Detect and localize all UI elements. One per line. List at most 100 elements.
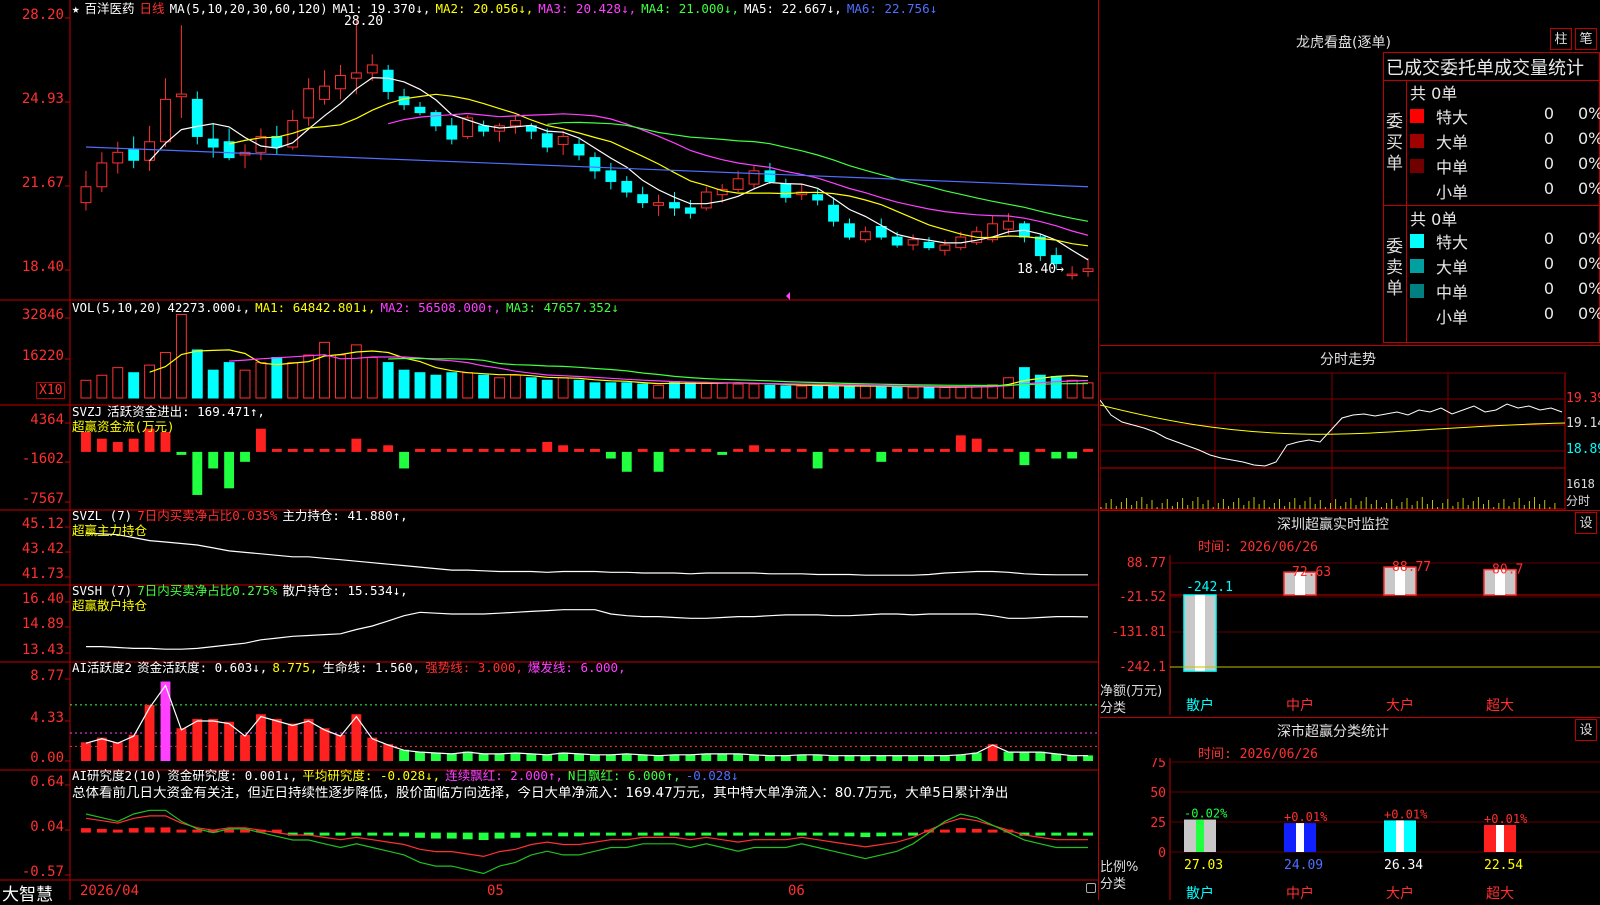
research-bar bbox=[987, 829, 998, 833]
tick-mode-button[interactable]: 笔 bbox=[1575, 28, 1597, 50]
activity-bar bbox=[399, 749, 410, 761]
vol-legend: VOL(5,10,20) 42273.000↓, MA1: 64842.801↓, M… bbox=[72, 300, 624, 315]
activity-bar bbox=[367, 737, 378, 761]
szc-ytick: 50 bbox=[1150, 786, 1166, 801]
fund-flow-bar bbox=[112, 441, 123, 452]
research-bar bbox=[1067, 832, 1078, 836]
candle-body bbox=[319, 85, 330, 100]
fund-flow-bar bbox=[208, 451, 219, 469]
volume-bar bbox=[144, 364, 156, 399]
fund-flow-bar bbox=[255, 428, 266, 452]
buy-row-pct: 0% bbox=[1578, 104, 1600, 123]
main-ytick-3: 18.40 bbox=[21, 259, 64, 275]
volume-bar bbox=[1050, 376, 1062, 399]
buy-row: 小单 0 0% bbox=[1410, 179, 1600, 203]
fund-flow-bar bbox=[590, 448, 600, 452]
vol-unit-badge[interactable]: X10 bbox=[36, 382, 66, 399]
sz-monitor-settings-button[interactable]: 设 bbox=[1575, 512, 1597, 534]
activity-bar bbox=[717, 753, 728, 761]
intraday-ytick-2: 18.89 bbox=[1566, 442, 1600, 457]
buy-label-char-2: 单 bbox=[1386, 154, 1403, 174]
research-bar bbox=[1051, 832, 1062, 836]
app-logo[interactable]: 大智慧 bbox=[2, 880, 53, 905]
ai2-legend: AI研究度2(10) 资金研究度: 0.001↓, 平均研究度: -0.028↓, 连… bbox=[72, 768, 743, 783]
lhb-title: 龙虎看盘(逐单) bbox=[1296, 35, 1391, 51]
volume-bar bbox=[255, 362, 267, 399]
ai2-item-0: 资金研究度: 0.001↓, bbox=[167, 768, 298, 783]
candle-body bbox=[780, 183, 792, 198]
buy-color-swatch bbox=[1410, 134, 1424, 148]
volume-bar bbox=[780, 385, 792, 399]
fund-flow-bar bbox=[844, 448, 855, 452]
buy-row-value: 0 bbox=[1543, 129, 1554, 148]
volume-bar bbox=[1066, 379, 1078, 399]
activity-bar bbox=[605, 754, 616, 761]
fund-flow-bar bbox=[558, 445, 569, 452]
xaxis-label-2: 06 bbox=[788, 883, 805, 899]
svsh-legend: SVSH (7) 7日内买卖净占比0.275% 散户持仓: 15.534↓, bbox=[72, 583, 413, 598]
sell-row-name: 小单 bbox=[1436, 308, 1469, 327]
star-icon[interactable]: ★ bbox=[72, 1, 80, 16]
right-panel-divider bbox=[1098, 0, 1099, 900]
fund-flow-bar bbox=[828, 448, 839, 452]
svzl-ytick-0: 45.12 bbox=[21, 516, 64, 532]
main-legend: ★ 百洋医药 日线 MA(5,10,20,30,60,120) MA1: 19.370↓… bbox=[72, 1, 942, 16]
buy-label-char-0: 委 bbox=[1386, 112, 1403, 132]
vol-ytick-1: 16220 bbox=[21, 348, 64, 364]
candle-body bbox=[271, 135, 283, 148]
vol-ma2: MA2: 56508.000↑, bbox=[380, 300, 501, 315]
fund-flow-bar bbox=[796, 448, 807, 452]
candle-body bbox=[844, 223, 855, 238]
sz-class-settings-button[interactable]: 设 bbox=[1575, 719, 1597, 741]
main-ytick-1: 24.93 bbox=[21, 91, 64, 107]
fund-flow-bar bbox=[924, 448, 934, 452]
szm-value-label: 72.63 bbox=[1292, 565, 1331, 580]
sell-row-name: 大单 bbox=[1436, 258, 1469, 277]
research-bar bbox=[446, 832, 457, 839]
buy-row-name: 特大 bbox=[1436, 108, 1469, 127]
volume-bar bbox=[494, 377, 505, 399]
vol-ma3-line bbox=[388, 357, 1089, 387]
candle-body bbox=[923, 241, 935, 249]
candle-body bbox=[223, 141, 235, 159]
fund-flow-bar bbox=[430, 448, 441, 452]
candle-body bbox=[175, 93, 187, 98]
research-bar bbox=[399, 832, 410, 837]
fund-flow-bar bbox=[653, 451, 664, 472]
candle-body bbox=[891, 236, 903, 246]
svzj-legend: SVZJ 活跃资金进出: 169.471↑, bbox=[72, 404, 270, 419]
cursor-marker bbox=[786, 292, 790, 300]
volume-bar bbox=[239, 369, 251, 399]
candle-body bbox=[80, 186, 92, 204]
candle-body bbox=[430, 112, 442, 127]
fund-flow-bar bbox=[1067, 451, 1078, 459]
candle-body bbox=[939, 244, 951, 251]
svsh-ytick-0: 16.40 bbox=[21, 591, 64, 607]
research-bar bbox=[971, 828, 982, 833]
research-bar bbox=[558, 832, 569, 837]
szc-change-label: +0.01% bbox=[1384, 807, 1428, 821]
research-bar bbox=[367, 832, 378, 836]
fund-flow-bar bbox=[1035, 448, 1046, 452]
activity-bar bbox=[446, 753, 457, 761]
svzl-legend: SVZL (7) 7日内买卖净占比0.035% 主力持仓: 41.880↑, bbox=[72, 508, 413, 523]
sz-monitor-title: 深圳超赢实时监控 bbox=[1277, 517, 1389, 533]
svzj-desc: 活跃资金进出: 169.471↑, bbox=[107, 404, 265, 419]
volume-bar bbox=[573, 379, 585, 399]
research-bar bbox=[796, 832, 807, 836]
volume-bar bbox=[748, 383, 760, 399]
lock-icon[interactable] bbox=[1086, 883, 1096, 893]
fund-flow-bar bbox=[192, 451, 203, 495]
bar-mode-button[interactable]: 柱 bbox=[1550, 28, 1572, 50]
intraday-chart[interactable] bbox=[1100, 370, 1600, 510]
svsh-ytick-1: 14.89 bbox=[21, 616, 64, 632]
szm-value-label: -242.1 bbox=[1186, 580, 1233, 595]
high-price-label: 28.20 bbox=[344, 14, 384, 29]
volume-bar bbox=[335, 354, 346, 399]
research-bar bbox=[860, 832, 871, 838]
low-price-label: 18.40→ bbox=[1017, 262, 1064, 277]
svzj-ytick-1: -1602 bbox=[21, 451, 64, 467]
period-label[interactable]: 日线 bbox=[140, 1, 165, 16]
volume-bar bbox=[844, 386, 855, 399]
buy-side-label: 委买单 bbox=[1386, 112, 1404, 175]
